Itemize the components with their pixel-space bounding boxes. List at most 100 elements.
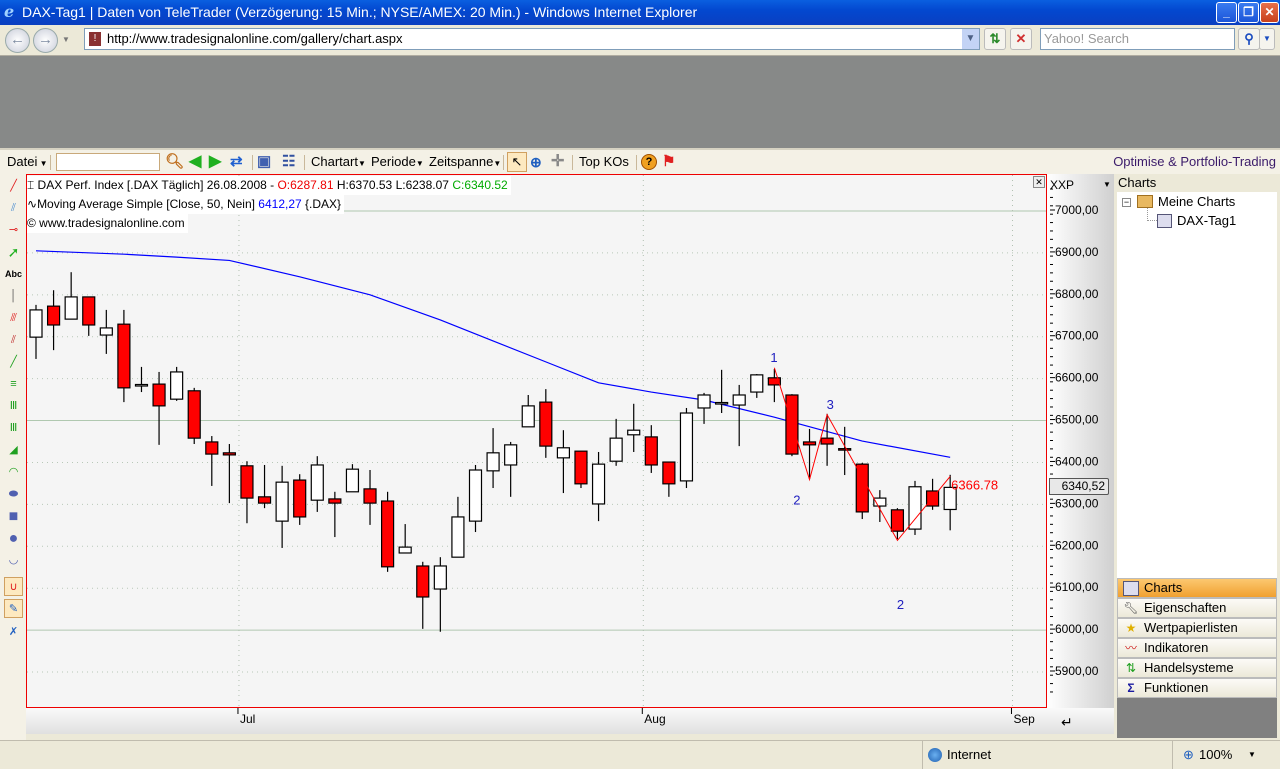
time-zones-icon[interactable]: Ⅲ — [4, 397, 23, 416]
history-dropdown-icon[interactable]: ▼ — [62, 35, 70, 44]
zoom-icon: ⊕ — [1183, 747, 1194, 762]
search-options-button[interactable]: ▼ — [1259, 28, 1275, 50]
text-tool-icon[interactable]: Abc — [4, 265, 23, 284]
draw-mode-icon[interactable]: ✎ — [4, 599, 23, 618]
candle-body — [99, 327, 113, 336]
vertical-line-icon[interactable]: │ — [4, 287, 23, 306]
nav-funktionen[interactable]: Σ Funktionen — [1117, 678, 1277, 698]
datei-menu[interactable]: Datei ▼ — [7, 150, 48, 174]
save-icon[interactable]: ▣ — [257, 150, 271, 174]
url-dropdown-button[interactable]: ▼ — [962, 29, 979, 49]
half-circle-icon[interactable]: ◡ — [4, 551, 23, 570]
help-icon[interactable]: ? — [641, 154, 657, 170]
channel-icon[interactable]: ⫻ — [4, 309, 23, 328]
arcs-icon[interactable]: ◠ — [4, 463, 23, 482]
flag-icon[interactable]: ⚑ — [662, 150, 675, 174]
candle-body — [293, 479, 307, 518]
stop-button[interactable]: ✕ — [1010, 28, 1032, 50]
circle-icon[interactable]: ● — [4, 529, 23, 548]
candle-body — [627, 429, 641, 436]
separator — [1172, 741, 1173, 769]
zoom-in-icon[interactable]: ⊕ — [530, 150, 542, 174]
candle-body — [152, 383, 166, 407]
cycle-lines-icon[interactable]: Ⅲ — [4, 419, 23, 438]
candle-body — [820, 437, 834, 445]
gann-line-icon[interactable]: ╱ — [4, 353, 23, 372]
minimize-button[interactable]: _ — [1216, 2, 1237, 23]
zoom-level[interactable]: 100% — [1199, 741, 1232, 769]
search-icon[interactable]: ⚲ — [1238, 28, 1260, 50]
wave-label: 2 — [897, 597, 904, 612]
candle-body — [398, 546, 412, 554]
candle — [99, 309, 113, 354]
parallel-lines-icon[interactable]: ⫽ — [4, 199, 23, 218]
pointer-tool-icon[interactable]: ↖ — [507, 152, 527, 172]
nav-handelsysteme[interactable]: ⇅ Handelsysteme — [1117, 658, 1277, 678]
trendline-icon[interactable]: ╱ — [4, 177, 23, 196]
restore-button[interactable]: ❐ — [1238, 2, 1259, 23]
properties-list-icon[interactable]: ☷ — [282, 150, 295, 174]
high-value: H:6370.53 — [336, 178, 393, 192]
chartart-menu[interactable]: Chartart▼ — [311, 150, 366, 174]
arrow-left-icon[interactable]: ◀ — [189, 150, 201, 174]
search-input[interactable]: Yahoo! Search — [1040, 28, 1235, 50]
back-button[interactable]: ← — [5, 28, 30, 53]
ellipse-icon[interactable]: ⬬ — [4, 485, 23, 504]
tree-item-dax-tag1[interactable]: DAX-Tag1 — [1177, 213, 1236, 228]
candle — [257, 464, 272, 509]
collapse-icon[interactable]: − — [1122, 198, 1131, 207]
url-input[interactable]: ! http://www.tradesignalonline.com/galle… — [84, 28, 980, 50]
tree-item-meine-charts[interactable]: Meine Charts — [1158, 194, 1235, 209]
nav-indikatoren[interactable]: 〰 Indikatoren — [1117, 638, 1277, 658]
top-kos-button[interactable]: Top KOs — [579, 150, 629, 174]
price-tick-label: 6600,00 — [1055, 371, 1099, 385]
arrow-right-icon[interactable]: ▶ — [209, 150, 221, 174]
price-tick-label: 6300,00 — [1055, 496, 1099, 510]
panel-empty-area — [1117, 698, 1277, 738]
delete-drawings-icon[interactable]: ✗ — [4, 623, 23, 642]
security-zone: Internet — [947, 747, 992, 762]
candle-body — [556, 447, 571, 459]
nav-wertpapierlisten[interactable]: ★ Wertpapierlisten — [1117, 618, 1277, 638]
price-axis[interactable]: XXP ▼ 7000,00 6900,00 6800,00 6700,00 6600,0… — [1047, 174, 1114, 708]
horizontal-line-icon[interactable]: ⊸ — [4, 221, 23, 240]
candle — [29, 304, 43, 359]
candle — [556, 430, 571, 494]
candle — [363, 470, 377, 525]
refresh-button[interactable]: ⇅ — [984, 28, 1006, 50]
candle — [925, 478, 940, 510]
time-axis[interactable]: Jul Aug Sep ↵ — [26, 708, 1114, 734]
nav-eigenschaften[interactable]: 🔧︎ Eigenschaften — [1117, 598, 1277, 618]
candle — [134, 366, 149, 393]
date-tick-label: Aug — [644, 712, 665, 726]
arrow-icon[interactable]: ➚ — [4, 243, 23, 262]
candle — [240, 461, 254, 524]
price-tick-label: 6000,00 — [1055, 622, 1099, 636]
magnifier-icon[interactable]: 🔍︎ — [165, 150, 184, 174]
nav-label: Charts — [1144, 580, 1183, 595]
close-window-button[interactable]: ✕ — [1260, 2, 1279, 23]
candle — [609, 418, 623, 466]
candle-body — [679, 412, 694, 482]
zeitspanne-menu[interactable]: Zeitspanne▼ — [429, 150, 501, 174]
close-chart-icon[interactable]: ✕ — [1033, 176, 1045, 188]
fibonacci-icon[interactable]: ≡ — [4, 375, 23, 394]
fan-icon[interactable]: ◢ — [4, 441, 23, 460]
optimise-link[interactable]: Optimise & Portfolio-Trading — [1113, 150, 1276, 174]
return-arrow-icon[interactable]: ↵ — [1061, 714, 1073, 731]
candle — [715, 369, 729, 414]
price-chart[interactable]: 1 2 3 2 6366.78 — [26, 174, 1047, 708]
rectangle-icon[interactable]: ■ — [4, 507, 23, 526]
refresh-chart-icon[interactable]: ⇄ — [230, 150, 243, 174]
forward-button[interactable]: → — [33, 28, 58, 53]
magnet-icon[interactable]: ∪ — [4, 577, 23, 596]
zoom-dropdown-icon[interactable]: ▼ — [1248, 741, 1256, 769]
symbol-input[interactable] — [56, 153, 160, 171]
candle-body — [46, 305, 61, 326]
nav-charts[interactable]: Charts — [1117, 578, 1277, 598]
candle — [732, 384, 746, 447]
periode-menu[interactable]: Periode▼ — [371, 150, 424, 174]
window-titlebar: DAX-Tag1 | Daten von TeleTrader (Verzöge… — [0, 0, 1280, 25]
crosshair-icon[interactable]: ✛ — [551, 150, 564, 174]
regression-icon[interactable]: ⫽ — [4, 331, 23, 350]
